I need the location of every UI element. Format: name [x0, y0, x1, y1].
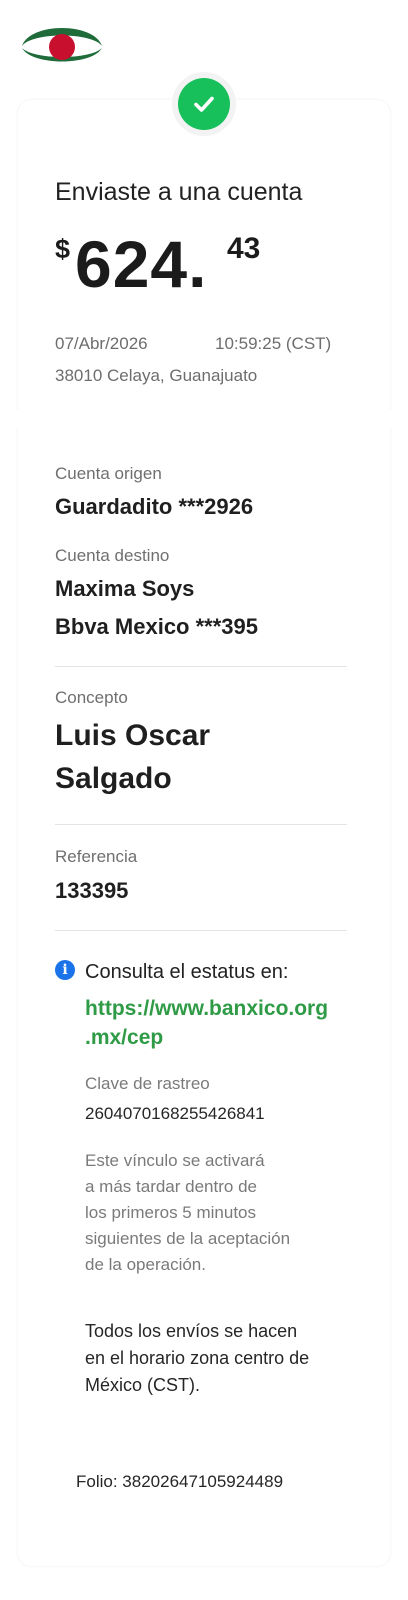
note-line: a más tardar dentro de [85, 1177, 257, 1196]
origin-account-label: Cuenta origen [55, 464, 162, 483]
folio: Folio: 38202647105924489 [76, 1472, 284, 1491]
origin-account-value: Guardadito ***2926 [55, 494, 254, 519]
destination-name: Maxima Soys [55, 576, 195, 601]
reference-value: 133395 [55, 878, 129, 903]
status-intro: Consulta el estatus en: [85, 961, 289, 983]
concept-line-1: Luis Oscar [55, 719, 211, 752]
transaction-time: 10:59:25 (CST) [215, 334, 332, 353]
concept-label: Concepto [55, 688, 128, 707]
hours-line: México (CST). [85, 1375, 201, 1395]
banxico-link-continued[interactable]: .mx/cep [85, 1026, 163, 1050]
divider [55, 824, 347, 825]
check-circle-icon [178, 78, 230, 130]
hours-line: en el horario zona centro de [85, 1348, 310, 1368]
transaction-date: 07/Abr/2026 [55, 334, 148, 353]
receipt-card [18, 100, 390, 1566]
hours-line: Todos los envíos se hacen [85, 1321, 298, 1341]
note-line: de la operación. [85, 1255, 206, 1274]
card-divider [14, 410, 394, 428]
info-icon: i [55, 960, 75, 980]
banxico-link[interactable]: https://www.banxico.org [85, 997, 328, 1021]
amount-main: 624. [75, 227, 208, 301]
destination-account-label: Cuenta destino [55, 546, 170, 565]
currency-symbol: $ [55, 234, 71, 264]
amount-cents: 43 [227, 232, 261, 265]
reference-label: Referencia [55, 847, 138, 866]
tracking-key-label: Clave de rastreo [85, 1074, 210, 1093]
tracking-key-value: 2604070168255426841 [85, 1104, 265, 1123]
bank-logo-icon [20, 16, 104, 68]
divider [55, 930, 347, 931]
transaction-location: 38010 Celaya, Guanajuato [55, 366, 258, 385]
concept-line-2: Salgado [55, 762, 172, 795]
note-line: siguientes de la aceptación [85, 1229, 291, 1248]
note-line: los primeros 5 minutos [85, 1203, 257, 1222]
destination-bank: Bbva Mexico ***395 [55, 614, 258, 639]
note-line: Este vínculo se activará [85, 1151, 265, 1170]
page-title: Enviaste a una cuenta [55, 178, 303, 206]
divider [55, 666, 347, 667]
